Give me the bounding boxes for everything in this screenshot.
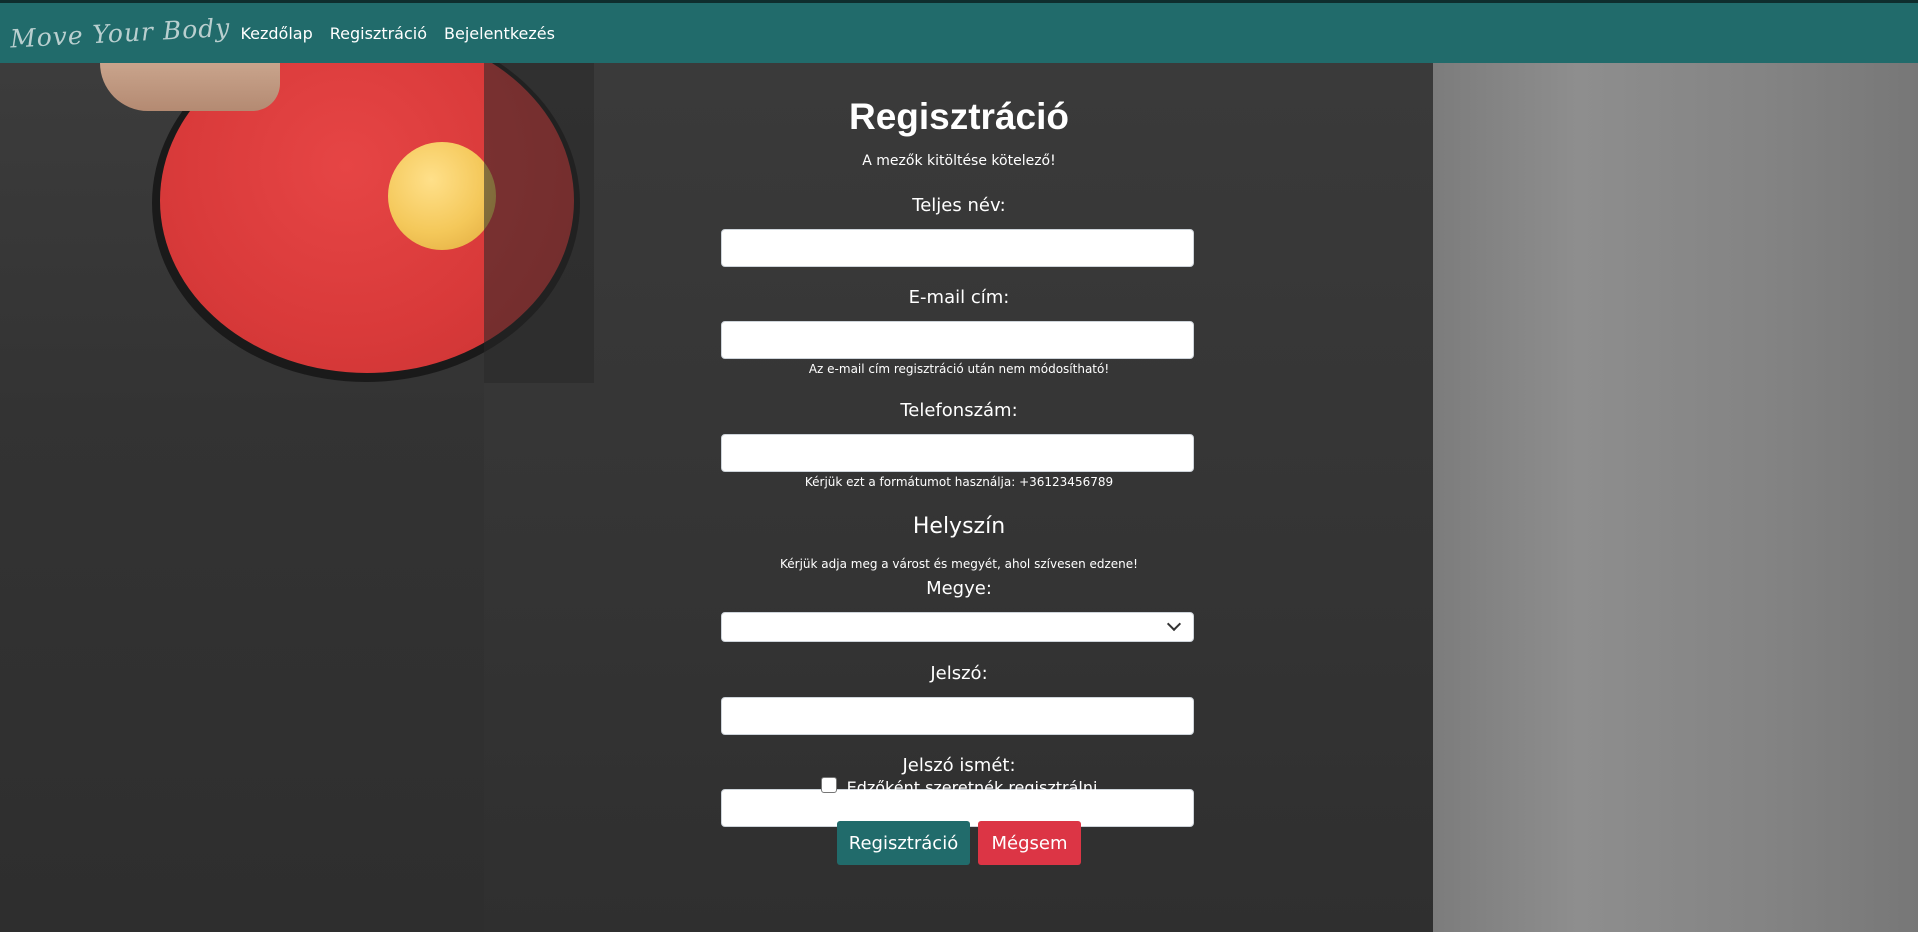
county-select[interactable] — [721, 612, 1194, 642]
trainer-checkbox-row: Edzőként szeretnék regisztrálni — [0, 776, 1918, 797]
cancel-button[interactable]: Mégsem — [978, 821, 1081, 865]
password-label: Jelszó: — [930, 663, 988, 684]
email-hint: Az e-mail cím regisztráció után nem módo… — [808, 362, 1110, 376]
trainer-checkbox-label[interactable]: Edzőként szeretnék regisztrálni — [847, 778, 1098, 797]
nav-link-login[interactable]: Bejelentkezés — [444, 24, 555, 43]
email-input[interactable] — [721, 321, 1194, 359]
register-button[interactable]: Regisztráció — [837, 821, 970, 865]
county-label: Megye: — [926, 578, 992, 599]
chevron-down-icon — [1166, 616, 1182, 632]
full-name-input[interactable] — [721, 229, 1194, 267]
email-label: E-mail cím: — [908, 287, 1010, 308]
phone-hint: Kérjük ezt a formátumot használja: +3612… — [804, 475, 1114, 489]
password-input[interactable] — [721, 697, 1194, 735]
form-actions: Regisztráció Mégsem — [837, 821, 1081, 865]
background-right-panel — [1433, 63, 1918, 932]
location-hint: Kérjük adja meg a várost és megyét, ahol… — [780, 557, 1138, 571]
nav-link-home[interactable]: Kezdőlap — [240, 24, 312, 43]
location-section-title: Helyszín — [912, 514, 1006, 539]
required-fields-note: A mezők kitöltése kötelező! — [862, 153, 1056, 169]
top-navbar: Move Your Body Kezdőlap Regisztráció Bej… — [0, 0, 1918, 63]
brand-logo[interactable]: Move Your Body — [0, 12, 231, 53]
password-again-label: Jelszó ismét: — [902, 755, 1016, 776]
trainer-checkbox[interactable] — [820, 776, 837, 793]
phone-input[interactable] — [721, 434, 1194, 472]
page-title: Regisztráció — [848, 96, 1069, 137]
nav-link-registration[interactable]: Regisztráció — [330, 24, 427, 43]
full-name-label: Teljes név: — [912, 195, 1006, 216]
phone-label: Telefonszám: — [900, 400, 1018, 421]
